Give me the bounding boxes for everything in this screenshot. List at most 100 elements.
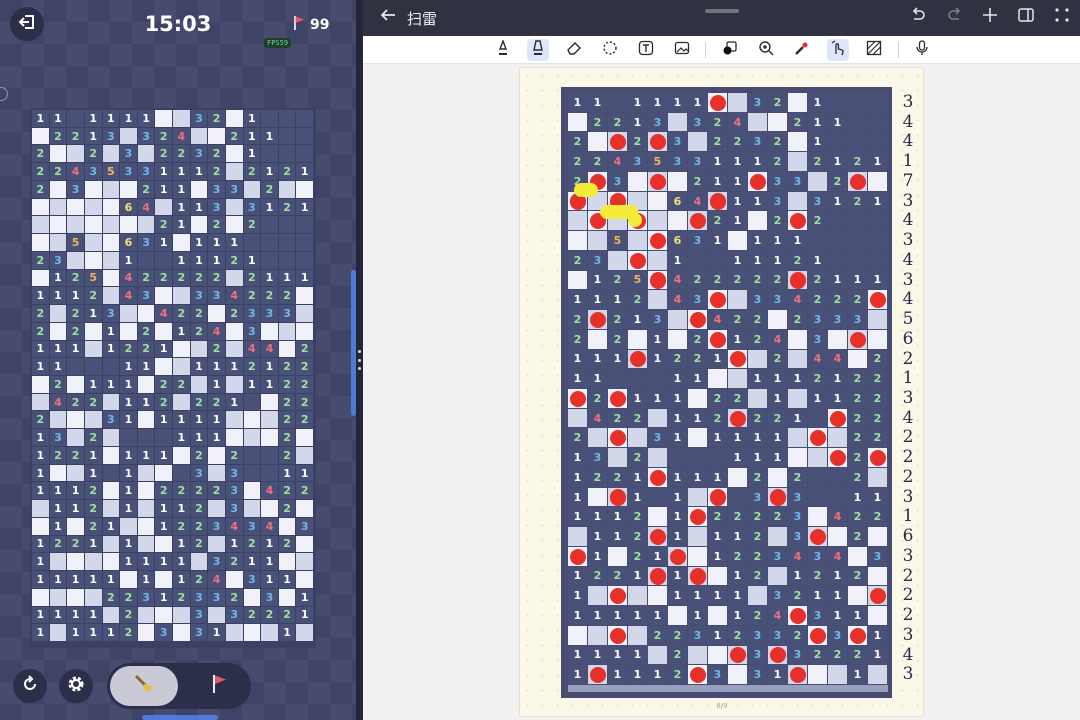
covered-cell[interactable]: [225, 376, 243, 393]
number-cell[interactable]: 2: [173, 269, 190, 287]
number-cell[interactable]: 4: [828, 507, 847, 527]
number-cell[interactable]: 2: [768, 408, 787, 428]
number-cell[interactable]: 1: [728, 448, 747, 467]
undo-button[interactable]: [906, 6, 930, 29]
covered-cell[interactable]: [120, 180, 137, 198]
covered-cell[interactable]: [137, 216, 155, 234]
number-cell[interactable]: 1: [84, 624, 102, 641]
covered-cell[interactable]: [588, 428, 607, 448]
number-cell[interactable]: 2: [243, 287, 261, 305]
number-cell[interactable]: 2: [155, 145, 172, 163]
number-cell[interactable]: 3: [748, 665, 767, 684]
back-button[interactable]: [379, 6, 397, 29]
number-cell[interactable]: 1: [588, 527, 607, 546]
covered-cell[interactable]: [225, 198, 243, 216]
number-cell[interactable]: 1: [588, 507, 607, 527]
covered-cell[interactable]: [768, 527, 787, 546]
covered-cell[interactable]: [688, 428, 707, 448]
number-cell[interactable]: 3: [102, 305, 120, 322]
number-cell[interactable]: 1: [588, 369, 607, 388]
covered-cell[interactable]: [278, 180, 296, 198]
number-cell[interactable]: 3: [808, 310, 827, 329]
number-cell[interactable]: 1: [32, 606, 49, 624]
covered-cell[interactable]: [868, 467, 887, 487]
number-cell[interactable]: 3: [190, 145, 208, 163]
empty-cell[interactable]: [102, 464, 120, 482]
number-cell[interactable]: 2: [67, 269, 84, 287]
empty-cell[interactable]: [296, 251, 313, 269]
number-cell[interactable]: 2: [868, 428, 887, 448]
number-cell[interactable]: 3: [49, 429, 67, 446]
covered-cell[interactable]: [49, 464, 67, 482]
covered-cell[interactable]: [788, 152, 807, 171]
number-cell[interactable]: 2: [84, 500, 102, 517]
number-cell[interactable]: 1: [173, 411, 190, 429]
number-cell[interactable]: 2: [49, 163, 67, 180]
window-grab-handle[interactable]: [705, 9, 739, 13]
covered-cell[interactable]: [868, 566, 887, 586]
covered-cell[interactable]: [243, 588, 261, 606]
number-cell[interactable]: 2: [688, 171, 707, 191]
number-cell[interactable]: 1: [261, 358, 278, 375]
number-cell[interactable]: 2: [278, 446, 296, 464]
covered-cell[interactable]: [628, 171, 647, 191]
covered-cell[interactable]: [67, 429, 84, 446]
number-cell[interactable]: 1: [668, 369, 687, 388]
number-cell[interactable]: 3: [868, 546, 887, 566]
covered-cell[interactable]: [261, 500, 278, 517]
covered-cell[interactable]: [190, 553, 208, 571]
covered-cell[interactable]: [49, 588, 67, 606]
covered-cell[interactable]: [728, 665, 747, 684]
number-cell[interactable]: 1: [155, 588, 172, 606]
number-cell[interactable]: 1: [84, 305, 102, 322]
covered-cell[interactable]: [225, 340, 243, 358]
empty-cell[interactable]: [828, 93, 847, 112]
number-cell[interactable]: 1: [728, 566, 747, 586]
number-cell[interactable]: 1: [588, 270, 607, 290]
number-cell[interactable]: 2: [768, 152, 787, 171]
number-cell[interactable]: 2: [208, 216, 225, 234]
number-cell[interactable]: 4: [155, 305, 172, 322]
number-cell[interactable]: 1: [208, 358, 225, 375]
empty-cell[interactable]: [868, 250, 887, 270]
number-cell[interactable]: 2: [67, 127, 84, 145]
number-cell[interactable]: 1: [588, 349, 607, 369]
number-cell[interactable]: 2: [668, 625, 687, 645]
number-cell[interactable]: 3: [243, 198, 261, 216]
covered-cell[interactable]: [788, 329, 807, 349]
empty-cell[interactable]: [278, 251, 296, 269]
number-cell[interactable]: 3: [225, 180, 243, 198]
number-cell[interactable]: 2: [84, 482, 102, 500]
number-cell[interactable]: 2: [748, 566, 767, 586]
number-cell[interactable]: 1: [173, 163, 190, 180]
covered-cell[interactable]: [102, 251, 120, 269]
covered-cell[interactable]: [243, 180, 261, 198]
number-cell[interactable]: 1: [728, 152, 747, 171]
number-cell[interactable]: 2: [155, 482, 172, 500]
number-cell[interactable]: 2: [278, 500, 296, 517]
number-cell[interactable]: 3: [748, 487, 767, 507]
number-cell[interactable]: 1: [261, 198, 278, 216]
covered-cell[interactable]: [155, 606, 172, 624]
covered-cell[interactable]: [628, 586, 647, 606]
number-cell[interactable]: 1: [155, 517, 172, 535]
eraser-tool[interactable]: [563, 39, 585, 61]
covered-cell[interactable]: [190, 216, 208, 234]
empty-cell[interactable]: [155, 251, 172, 269]
empty-cell[interactable]: [278, 110, 296, 127]
number-cell[interactable]: 2: [278, 393, 296, 411]
empty-cell[interactable]: [261, 251, 278, 269]
number-cell[interactable]: 2: [243, 269, 261, 287]
number-cell[interactable]: 4: [261, 340, 278, 358]
number-cell[interactable]: 3: [190, 287, 208, 305]
covered-cell[interactable]: [32, 269, 49, 287]
number-cell[interactable]: 3: [243, 322, 261, 340]
number-cell[interactable]: 2: [588, 112, 607, 132]
empty-cell[interactable]: [848, 112, 867, 132]
covered-cell[interactable]: [868, 665, 887, 684]
covered-cell[interactable]: [137, 606, 155, 624]
number-cell[interactable]: 1: [67, 482, 84, 500]
number-cell[interactable]: 1: [708, 349, 727, 369]
laser-pointer-tool[interactable]: [791, 39, 813, 61]
number-cell[interactable]: 1: [84, 127, 102, 145]
